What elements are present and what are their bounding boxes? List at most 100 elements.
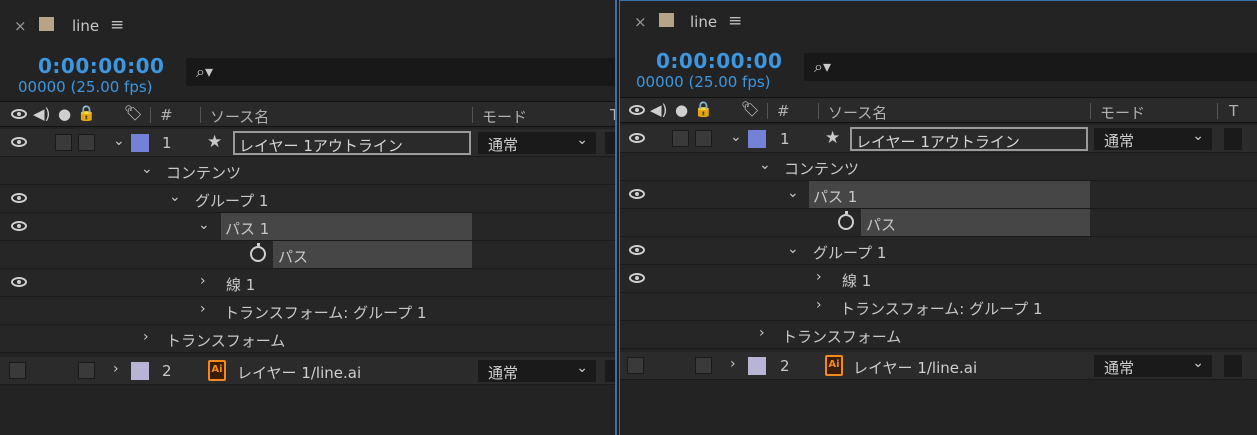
visibility-toggle[interactable] — [627, 357, 644, 374]
chevron-down-icon: ⌄ — [576, 132, 588, 148]
property-row[interactable]: › トランスフォーム — [0, 325, 615, 353]
property-row[interactable]: ⌄ パス 1 — [0, 213, 615, 241]
mode-value: 通常 — [488, 364, 519, 382]
stopwatch-icon[interactable] — [250, 243, 266, 262]
search-input[interactable]: ⌕▾ — [804, 53, 1257, 81]
layer-row[interactable]: › 2 Ai レイヤー 1/line.ai 通常 ⌄ — [620, 352, 1257, 380]
hamburger-menu-icon[interactable]: ≡ — [728, 11, 742, 31]
property-label: コンテンツ — [784, 160, 860, 178]
layer-name[interactable]: レイヤー 1/line.ai — [237, 362, 361, 383]
mode-dropdown[interactable]: 通常 ⌄ — [1094, 128, 1212, 150]
current-time-display[interactable]: 0:00:00:00 — [656, 49, 782, 73]
search-icon[interactable]: ⌕▾ — [814, 57, 831, 77]
hamburger-menu-icon[interactable]: ≡ — [110, 15, 124, 35]
chevron-down-icon[interactable]: ⌄ — [141, 161, 153, 177]
eye-icon[interactable] — [629, 273, 645, 283]
layer-row[interactable]: › 2 Ai レイヤー 1/line.ai 通常 ⌄ — [0, 357, 615, 385]
chevron-down-icon[interactable]: ⌄ — [759, 157, 771, 173]
eye-icon[interactable] — [11, 193, 27, 203]
column-number[interactable]: # — [160, 106, 173, 124]
chevron-down-icon[interactable]: ⌄ — [198, 217, 210, 233]
property-row[interactable]: › 線 1 — [0, 269, 615, 297]
lock-toggle[interactable] — [78, 134, 95, 151]
property-row[interactable]: ⌄ コンテンツ — [620, 153, 1257, 181]
chevron-right-icon[interactable]: › — [730, 356, 736, 372]
label-tag-icon: 🏷 — [741, 100, 761, 118]
close-icon[interactable]: × — [14, 17, 27, 35]
mode-dropdown[interactable]: 通常 ⌄ — [1094, 355, 1212, 377]
column-mode[interactable]: モード — [482, 106, 527, 127]
lock-toggle[interactable] — [695, 130, 712, 147]
visibility-toggle[interactable] — [9, 362, 26, 379]
chevron-down-icon[interactable]: ⌄ — [787, 241, 799, 257]
trackmatte-cell[interactable] — [605, 132, 615, 154]
column-trackmatte[interactable]: T — [610, 106, 615, 124]
property-row[interactable]: › トランスフォーム — [620, 321, 1257, 349]
frame-rate-display: 00000 (25.00 fps) — [636, 73, 771, 91]
chevron-right-icon[interactable]: › — [200, 273, 206, 289]
eye-icon — [11, 109, 27, 119]
property-row[interactable]: パス — [0, 241, 615, 269]
frame-rate-display: 00000 (25.00 fps) — [18, 78, 153, 96]
chevron-down-icon[interactable]: ⌄ — [169, 189, 181, 205]
illustrator-file-icon: Ai — [208, 360, 226, 381]
comp-tab-name[interactable]: line — [690, 13, 717, 31]
column-trackmatte[interactable]: T — [1229, 102, 1238, 120]
chevron-down-icon[interactable]: ⌄ — [730, 129, 742, 145]
column-source-name[interactable]: ソース名 — [210, 106, 269, 127]
trackmatte-cell[interactable] — [1224, 355, 1242, 377]
chevron-right-icon[interactable]: › — [143, 329, 149, 345]
search-input[interactable]: ⌕▾ — [186, 58, 615, 86]
mode-dropdown[interactable]: 通常 ⌄ — [478, 360, 596, 382]
chevron-down-icon[interactable]: ⌄ — [787, 185, 799, 201]
property-row[interactable]: › トランスフォーム: グループ 1 — [620, 293, 1257, 321]
mode-value: 通常 — [1104, 132, 1135, 150]
property-row[interactable]: パス — [620, 209, 1257, 237]
chevron-right-icon[interactable]: › — [816, 269, 822, 285]
label-color-swatch[interactable] — [131, 134, 149, 152]
label-color-swatch[interactable] — [131, 362, 149, 380]
column-divider — [818, 103, 819, 119]
property-row[interactable]: › 線 1 — [620, 265, 1257, 293]
chevron-right-icon[interactable]: › — [759, 325, 765, 341]
current-time-display[interactable]: 0:00:00:00 — [38, 54, 164, 78]
property-row[interactable]: ⌄ パス 1 — [620, 181, 1257, 209]
property-row[interactable]: › トランスフォーム: グループ 1 — [0, 297, 615, 325]
layer-row[interactable]: ⌄ 1 ★ レイヤー 1アウトライン 通常 ⌄ — [620, 125, 1257, 153]
layer-row[interactable]: ⌄ 1 ★ レイヤー 1アウトライン 通常 ⌄ — [0, 129, 615, 157]
label-color-swatch[interactable] — [748, 130, 766, 148]
solo-icon: ● — [58, 105, 72, 123]
column-source-name[interactable]: ソース名 — [828, 102, 887, 123]
label-tag-icon: 🏷 — [124, 104, 144, 122]
layer-name-field[interactable]: レイヤー 1アウトライン — [233, 131, 471, 155]
solo-toggle[interactable] — [55, 134, 72, 151]
layer-name-field[interactable]: レイヤー 1アウトライン — [850, 127, 1088, 151]
eye-icon[interactable] — [11, 221, 27, 231]
close-icon[interactable]: × — [634, 13, 647, 31]
label-color-swatch[interactable] — [748, 357, 766, 375]
chevron-right-icon[interactable]: › — [816, 297, 822, 313]
trackmatte-cell[interactable] — [1224, 128, 1242, 150]
mode-dropdown[interactable]: 通常 ⌄ — [478, 132, 596, 154]
chevron-down-icon[interactable]: ⌄ — [113, 133, 125, 149]
column-mode[interactable]: モード — [1100, 102, 1145, 123]
property-row[interactable]: ⌄ グループ 1 — [0, 185, 615, 213]
eye-icon[interactable] — [11, 137, 27, 147]
chevron-right-icon[interactable]: › — [113, 361, 119, 377]
property-row[interactable]: ⌄ グループ 1 — [620, 237, 1257, 265]
search-icon[interactable]: ⌕▾ — [196, 62, 213, 82]
trackmatte-cell[interactable] — [605, 360, 615, 382]
eye-icon[interactable] — [629, 189, 645, 199]
layer-name[interactable]: レイヤー 1/line.ai — [853, 357, 977, 378]
lock-toggle[interactable] — [78, 362, 95, 379]
solo-toggle[interactable] — [672, 130, 689, 147]
column-number[interactable]: # — [777, 102, 790, 120]
chevron-right-icon[interactable]: › — [200, 301, 206, 317]
eye-icon[interactable] — [629, 245, 645, 255]
property-row[interactable]: ⌄ コンテンツ — [0, 157, 615, 185]
eye-icon[interactable] — [629, 133, 645, 143]
eye-icon[interactable] — [11, 277, 27, 287]
lock-toggle[interactable] — [695, 357, 712, 374]
stopwatch-icon[interactable] — [838, 211, 854, 230]
comp-tab-name[interactable]: line — [72, 17, 99, 35]
